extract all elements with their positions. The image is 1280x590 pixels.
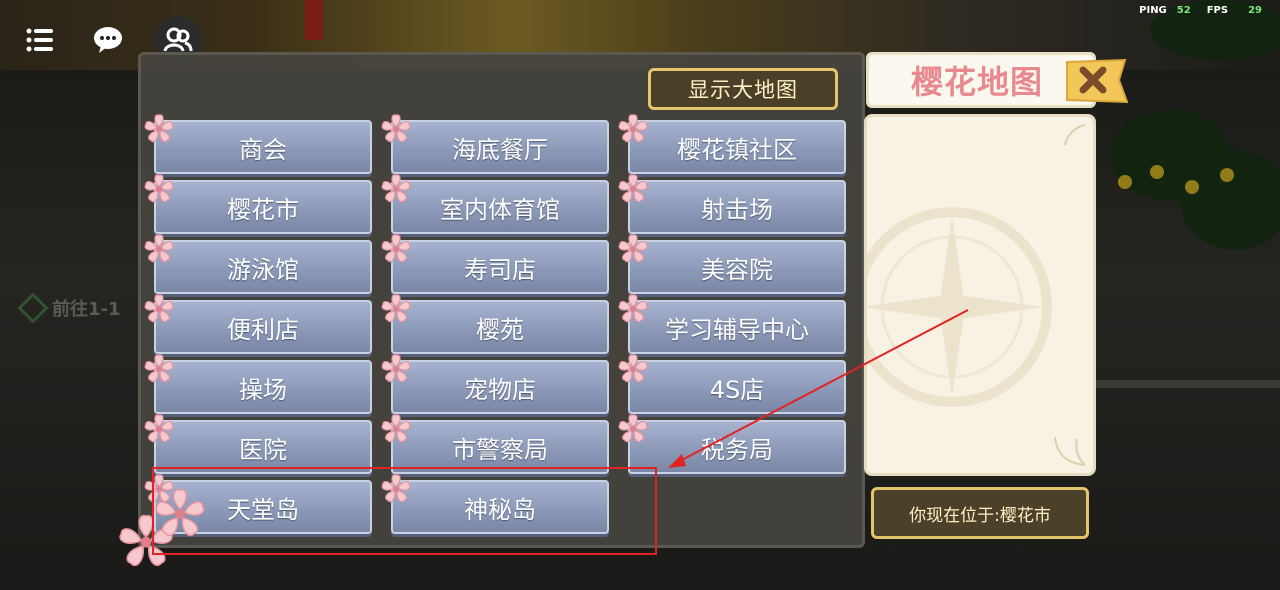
cherry-blossom-icon: [618, 354, 648, 383]
location-button[interactable]: 市警察局: [391, 420, 609, 474]
location-label: 税务局: [701, 435, 773, 464]
friends-icon: [163, 27, 193, 52]
cherry-blossom-icon: [381, 414, 411, 443]
location-label: 操场: [239, 375, 287, 404]
location-button[interactable]: 美容院: [628, 240, 846, 294]
cherry-blossom-icon: [381, 354, 411, 383]
location-button[interactable]: 射击场: [628, 180, 846, 234]
location-button[interactable]: 樱花镇社区: [628, 120, 846, 174]
sunflower: [1220, 168, 1234, 182]
location-button[interactable]: 操场: [154, 360, 372, 414]
cherry-blossom-icon: [618, 174, 648, 203]
ping-label: PING: [1139, 5, 1167, 16]
location-button[interactable]: 室内体育馆: [391, 180, 609, 234]
cherry-blossom-icon: [381, 174, 411, 203]
corner-ornament-icon: [1064, 124, 1086, 146]
annotation-highlight-box: [152, 467, 657, 555]
location-label: 室内体育馆: [440, 195, 560, 224]
sunflower: [1185, 180, 1199, 194]
quest-tracker[interactable]: 前往1-1: [17, 290, 152, 326]
menu-icon: [26, 28, 53, 52]
cherry-blossom-icon: [144, 114, 174, 143]
location-button[interactable]: 寿司店: [391, 240, 609, 294]
close-icon: [1066, 58, 1129, 104]
bush: [1180, 150, 1280, 250]
location-button[interactable]: 游泳馆: [154, 240, 372, 294]
corner-ornament-icon: [1054, 436, 1086, 466]
cherry-blossom-icon: [144, 414, 174, 443]
map-preview: [864, 114, 1096, 476]
fps-value: 29: [1248, 5, 1262, 16]
location-label: 市警察局: [452, 435, 548, 464]
red-post: [305, 0, 323, 40]
close-button[interactable]: [1063, 58, 1129, 104]
location-button[interactable]: 海底餐厅: [391, 120, 609, 174]
performance-readout: PING 52 FPS 29: [1139, 5, 1262, 16]
location-label: 4S店: [709, 375, 765, 404]
location-label: 游泳馆: [227, 255, 299, 284]
cherry-blossom-icon: [144, 174, 174, 203]
location-button[interactable]: 医院: [154, 420, 372, 474]
curb: [1095, 380, 1280, 388]
fps-label: FPS: [1206, 5, 1229, 16]
location-label: 便利店: [227, 315, 299, 344]
cherry-blossom-icon: [144, 234, 174, 263]
cherry-blossom-icon: [381, 294, 411, 323]
chat-icon: [94, 27, 122, 53]
location-label: 寿司店: [464, 255, 536, 284]
cherry-blossom-icon: [144, 294, 174, 323]
map-title: 樱花地图: [866, 52, 1096, 108]
cherry-blossom-icon: [618, 414, 648, 443]
location-button[interactable]: 樱花市: [154, 180, 372, 234]
current-location-label: 你现在位于:樱花市: [871, 487, 1089, 539]
location-button[interactable]: 4S店: [628, 360, 846, 414]
location-label: 宠物店: [464, 375, 536, 404]
sunflower: [1150, 165, 1164, 179]
cherry-blossom-icon: [381, 234, 411, 263]
cherry-blossom-icon: [144, 354, 174, 383]
cherry-blossom-icon: [618, 234, 648, 263]
location-label: 学习辅导中心: [665, 315, 809, 344]
location-button[interactable]: 商会: [154, 120, 372, 174]
menu-button[interactable]: [18, 18, 62, 62]
ping-value: 52: [1176, 5, 1191, 16]
compass-rose-icon: [867, 207, 1052, 407]
location-label: 樱花镇社区: [677, 135, 797, 164]
sunflower: [1118, 175, 1132, 189]
location-label: 樱花市: [227, 195, 299, 224]
quest-text: 前往1-1: [52, 299, 121, 320]
cherry-blossom-icon: [618, 114, 648, 143]
location-button[interactable]: 便利店: [154, 300, 372, 354]
location-button[interactable]: 学习辅导中心: [628, 300, 846, 354]
quest-diamond-icon: [17, 292, 49, 324]
location-button[interactable]: 税务局: [628, 420, 846, 474]
location-label: 医院: [239, 435, 287, 464]
location-button[interactable]: 樱苑: [391, 300, 609, 354]
chat-button[interactable]: [86, 18, 130, 62]
location-label: 商会: [239, 135, 287, 164]
show-big-map-button[interactable]: 显示大地图: [648, 68, 838, 110]
location-label: 射击场: [701, 195, 773, 224]
location-button[interactable]: 宠物店: [391, 360, 609, 414]
location-label: 美容院: [701, 255, 773, 284]
cherry-blossom-icon: [618, 294, 648, 323]
location-label: 樱苑: [476, 315, 524, 344]
location-label: 海底餐厅: [452, 135, 548, 164]
cherry-blossom-icon: [381, 114, 411, 143]
